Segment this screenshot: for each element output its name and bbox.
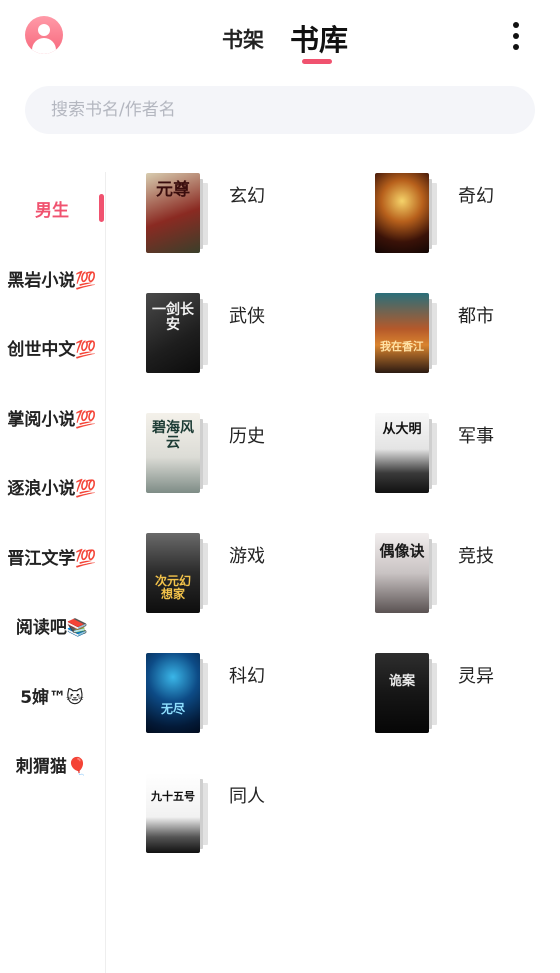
top-bar: 书架 书库 [0, 0, 560, 78]
sidebar-item-5shen[interactable]: 5婶™🐱 [0, 675, 104, 715]
cover-title: 一剑长安 [152, 302, 194, 334]
more-dot [513, 44, 519, 50]
book-cover: 无尽 [146, 653, 200, 733]
book-cover-stack: 我在香江 [375, 293, 441, 373]
cover-title: 我在香江 [380, 340, 424, 353]
book-cover-stack: 偶像诀 [375, 533, 441, 613]
sidebar-active-indicator [99, 194, 104, 222]
more-dot [513, 33, 519, 39]
book-cover-stack: 次元幻想家 [146, 533, 212, 613]
category-item-lingyi[interactable]: 诡案 灵异 [335, 652, 555, 738]
more-dot [513, 22, 519, 28]
active-tab-indicator [302, 59, 332, 64]
book-cover: 诡案 [375, 653, 429, 733]
book-cover: 我在香江 [375, 293, 429, 373]
category-label: 竞技 [458, 546, 494, 567]
tab-bookshelf[interactable]: 书架 [222, 24, 264, 54]
more-menu-icon[interactable] [508, 22, 524, 50]
avatar-body-shape [32, 38, 56, 54]
cover-title: 九十五号 [151, 790, 195, 803]
sidebar-item-heiyan[interactable]: 黑岩小说💯 [0, 258, 104, 298]
category-label: 都市 [458, 306, 494, 327]
book-cover-stack: 九十五号 [146, 773, 212, 853]
sidebar-item-zhangyue[interactable]: 掌阅小说💯 [0, 397, 104, 437]
cover-title: 碧海风云 [152, 420, 194, 452]
book-cover-stack: 元尊 [146, 173, 212, 253]
category-label: 灵异 [458, 666, 494, 687]
tab-library[interactable]: 书库 [290, 17, 348, 59]
book-cover-stack: 从大明 [375, 413, 441, 493]
cover-title: 从大明 [382, 422, 422, 437]
category-item-dushi[interactable]: 我在香江 都市 [335, 292, 555, 378]
cover-title: 无尽 [160, 702, 185, 716]
book-cover: 次元幻想家 [146, 533, 200, 613]
search-bar [25, 86, 535, 134]
cover-title: 次元幻想家 [154, 574, 191, 602]
category-label: 军事 [458, 426, 494, 447]
category-item-junshi[interactable]: 从大明 军事 [335, 412, 555, 498]
book-cover: 九十五号 [146, 773, 200, 853]
channel-sidebar: 男生 黑岩小说💯 创世中文💯 掌阅小说💯 逐浪小说💯 晋江文学💯 阅读吧📚 5婶… [0, 172, 106, 973]
sidebar-item-male[interactable]: 男生 [0, 188, 104, 228]
category-item-xuanhuan[interactable]: 元尊 玄幻 [106, 172, 326, 258]
category-item-lishi[interactable]: 碧海风云 历史 [106, 412, 326, 498]
cover-title: 偶像诀 [379, 542, 425, 560]
book-cover-stack [375, 173, 441, 253]
book-cover: 碧海风云 [146, 413, 200, 493]
category-item-qihuan[interactable]: 奇幻 [335, 172, 555, 258]
sidebar-item-jinjiang[interactable]: 晋江文学💯 [0, 536, 104, 576]
category-label: 玄幻 [229, 186, 265, 207]
category-label: 科幻 [229, 666, 265, 687]
cover-title: 元尊 [156, 180, 190, 200]
category-item-kehuan[interactable]: 无尽 科幻 [106, 652, 326, 738]
book-cover: 一剑长安 [146, 293, 200, 373]
cover-title: 诡案 [388, 674, 415, 689]
category-label: 武侠 [229, 306, 265, 327]
category-item-youxi[interactable]: 次元幻想家 游戏 [106, 532, 326, 618]
book-cover-stack: 无尽 [146, 653, 212, 733]
category-label: 奇幻 [458, 186, 494, 207]
book-cover: 元尊 [146, 173, 200, 253]
search-input[interactable] [51, 86, 511, 134]
category-label: 同人 [229, 786, 265, 807]
sidebar-item-ciweimao[interactable]: 刺猬猫🎈 [0, 744, 104, 784]
avatar[interactable] [25, 16, 63, 54]
category-item-wuxia[interactable]: 一剑长安 武侠 [106, 292, 326, 378]
book-cover-stack: 诡案 [375, 653, 441, 733]
book-cover-stack: 碧海风云 [146, 413, 212, 493]
sidebar-item-chuangshi[interactable]: 创世中文💯 [0, 327, 104, 367]
category-label: 历史 [229, 426, 265, 447]
category-item-jingji[interactable]: 偶像诀 竞技 [335, 532, 555, 618]
book-cover [375, 173, 429, 253]
category-item-tongren[interactable]: 九十五号 同人 [106, 772, 326, 858]
book-cover-stack: 一剑长安 [146, 293, 212, 373]
book-cover: 从大明 [375, 413, 429, 493]
avatar-head-shape [38, 24, 50, 36]
sidebar-item-zhulang[interactable]: 逐浪小说💯 [0, 466, 104, 506]
book-cover: 偶像诀 [375, 533, 429, 613]
sidebar-item-yuedu8[interactable]: 阅读吧📚 [0, 605, 104, 645]
category-label: 游戏 [229, 546, 265, 567]
